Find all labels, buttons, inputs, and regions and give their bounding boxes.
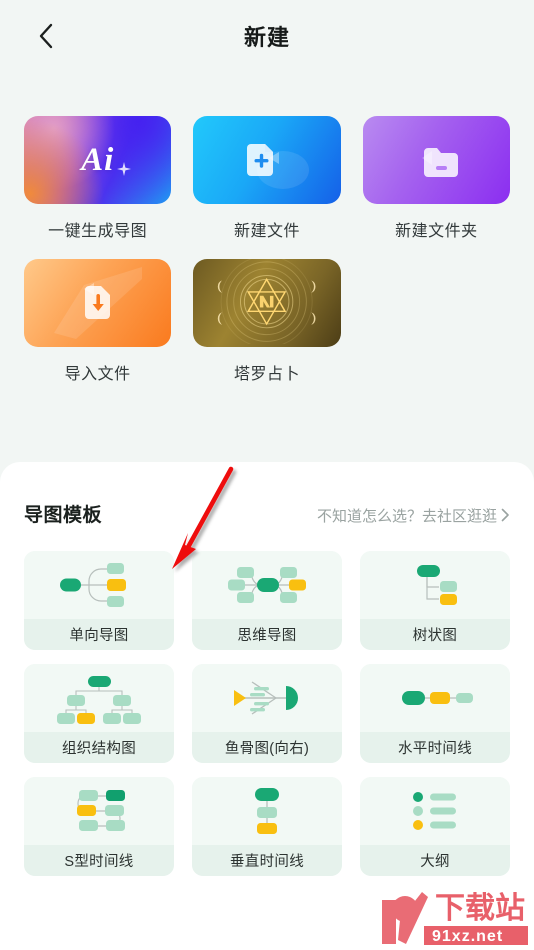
template-card-horizontal-timeline[interactable]: 水平时间线 <box>360 664 510 763</box>
template-label-fishbone-right: 鱼骨图(向右) <box>192 732 342 763</box>
entry-ai-generate[interactable]: Ai 一键生成导图 <box>24 116 172 241</box>
tree-map-icon <box>417 565 457 605</box>
template-card-s-timeline[interactable]: S型时间线 <box>24 777 174 876</box>
template-label-s-timeline: S型时间线 <box>24 845 174 876</box>
mind-map-icon <box>228 567 306 603</box>
template-card-org-chart[interactable]: 组织结构图 <box>24 664 174 763</box>
template-label-org-chart: 组织结构图 <box>24 732 174 763</box>
vertical-timeline-icon <box>255 788 279 834</box>
template-label-one-way-map: 单向导图 <box>24 619 174 650</box>
entry-label-new-folder: 新建文件夹 <box>395 223 478 240</box>
quick-actions-section: Ai 一键生成导图 新建文件 新建文件夹 导入文件 塔罗占卜 <box>0 72 534 384</box>
back-button[interactable] <box>26 16 66 56</box>
template-thumb-tree-map <box>360 551 510 619</box>
entry-label-import-file: 导入文件 <box>64 366 131 383</box>
template-thumb-one-way-map <box>24 551 174 619</box>
template-card-tree-map[interactable]: 树状图 <box>360 551 510 650</box>
entry-card-ai-generate[interactable]: Ai <box>24 116 172 204</box>
entry-label-tarot: 塔罗占卜 <box>233 366 300 383</box>
ai-sparkle-icon <box>117 162 132 176</box>
template-label-outline: 大纲 <box>360 845 510 876</box>
entry-card-import-file[interactable] <box>24 259 172 347</box>
template-card-outline[interactable]: 大纲 <box>360 777 510 876</box>
chevron-right-icon <box>501 508 510 524</box>
template-thumb-horizontal-timeline <box>360 664 510 732</box>
entry-tarot[interactable]: 塔罗占卜 <box>193 259 341 384</box>
template-label-vertical-timeline: 垂直时间线 <box>192 845 342 876</box>
templates-title: 导图模板 <box>24 505 103 526</box>
template-label-mind-map: 思维导图 <box>192 619 342 650</box>
template-thumb-org-chart <box>24 664 174 732</box>
entry-new-file[interactable]: 新建文件 <box>193 116 341 241</box>
entry-label-ai-generate: 一键生成导图 <box>48 223 148 240</box>
new-item-screen: 新建 Ai 一键生成导图 新建文件 新建文件夹 导入文件 塔罗占卜 导图模板 不… <box>0 0 534 950</box>
template-label-tree-map: 树状图 <box>360 619 510 650</box>
tarot-hexagram-icon <box>218 259 316 345</box>
template-thumb-vertical-timeline <box>192 777 342 845</box>
s-timeline-icon <box>77 790 125 831</box>
template-thumb-fishbone-right <box>192 664 342 732</box>
ai-glyph: Ai <box>81 141 115 178</box>
templates-panel: 导图模板 不知道怎么选？去社区逛逛 单向导图 思维导图 树状图 组织结构图 鱼骨… <box>0 462 534 950</box>
outline-list-icon <box>413 792 456 830</box>
community-link-label: 不知道怎么选？去社区逛逛 <box>316 508 497 525</box>
community-link[interactable]: 不知道怎么选？去社区逛逛 <box>317 505 510 526</box>
templates-grid: 单向导图 思维导图 树状图 组织结构图 鱼骨图(向右) 水平时间线 S型时间线 … <box>24 551 510 876</box>
template-card-fishbone-right[interactable]: 鱼骨图(向右) <box>192 664 342 763</box>
template-thumb-mind-map <box>192 551 342 619</box>
entry-new-folder[interactable]: 新建文件夹 <box>362 116 510 241</box>
horizontal-timeline-icon <box>402 691 473 705</box>
one-way-map-icon <box>60 563 126 607</box>
app-header: 新建 <box>0 0 534 72</box>
org-chart-icon <box>57 676 141 724</box>
entry-card-new-file[interactable] <box>193 116 341 204</box>
template-thumb-s-timeline <box>24 777 174 845</box>
document-plus-icon <box>246 144 309 189</box>
entry-card-tarot[interactable] <box>193 259 341 347</box>
template-thumb-outline <box>360 777 510 845</box>
quick-actions-grid: Ai 一键生成导图 新建文件 新建文件夹 导入文件 塔罗占卜 <box>24 116 510 384</box>
entry-card-new-folder[interactable] <box>362 116 510 204</box>
entry-import-file[interactable]: 导入文件 <box>24 259 172 384</box>
folder-icon <box>422 148 459 177</box>
file-download-icon <box>53 267 142 339</box>
template-card-mind-map[interactable]: 思维导图 <box>192 551 342 650</box>
templates-header: 导图模板 不知道怎么选？去社区逛逛 <box>24 500 510 527</box>
fishbone-right-icon <box>234 681 298 715</box>
template-label-horizontal-timeline: 水平时间线 <box>360 732 510 763</box>
entry-label-new-file: 新建文件 <box>233 223 300 240</box>
template-card-one-way-map[interactable]: 单向导图 <box>24 551 174 650</box>
chevron-left-icon <box>37 22 55 50</box>
page-title: 新建 <box>243 25 290 50</box>
template-card-vertical-timeline[interactable]: 垂直时间线 <box>192 777 342 876</box>
